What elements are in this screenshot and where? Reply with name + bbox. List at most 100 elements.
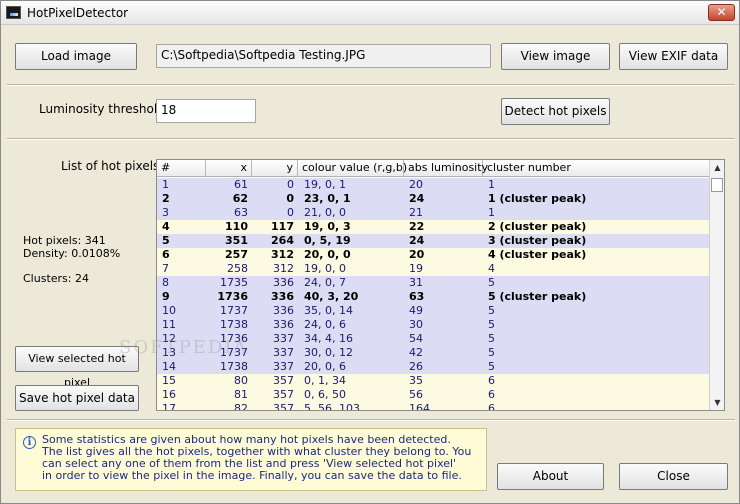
table-cell: 5 [488,304,495,317]
table-row[interactable]: 3 63 0 21, 0, 0 21 1 [157,206,710,220]
column-header-luminosity[interactable]: abs luminosity [404,160,488,177]
table-cell: 0 [286,192,294,205]
table-cell: 6 [488,402,495,411]
column-header-y[interactable]: y [252,160,298,177]
table-cell: 5, 56, 103 [304,402,360,411]
table-scrollbar[interactable]: ▲ ▼ [709,160,724,410]
table-cell: 80 [234,374,248,387]
close-button[interactable]: Close [619,463,728,490]
table-cell: 4 [162,220,170,233]
column-header-cluster[interactable]: cluster number [483,160,710,177]
hot-pixel-table[interactable]: # x y colour value (r,g,b) abs luminosit… [156,159,725,411]
table-cell: 61 [234,178,248,191]
table-cell: 40, 3, 20 [304,290,359,303]
info-icon: i [23,436,36,449]
table-cell: 258 [227,262,248,275]
table-cell: 19 [409,262,423,275]
table-row[interactable]: 7 258 312 19, 0, 0 19 4 [157,262,710,276]
table-cell: 19, 0, 3 [304,220,351,233]
table-cell: 26 [409,360,423,373]
table-cell: 11 [162,318,176,331]
table-cell: 24 [409,234,425,247]
table-cell: 1736 [217,290,248,303]
table-cell: 5 [488,276,495,289]
table-cell: 1738 [220,360,248,373]
view-exif-button[interactable]: View EXIF data [619,43,728,70]
table-cell: 3 [162,206,169,219]
table-cell: 63 [409,290,425,303]
about-button[interactable]: About [497,463,604,490]
table-cell: 7 [162,262,169,275]
table-cell: 81 [234,388,248,401]
table-cell: 16 [162,388,176,401]
table-cell: 35 [409,374,423,387]
column-header-colour[interactable]: colour value (r,g,b) [298,160,407,177]
table-cell: 117 [271,220,294,233]
table-cell: 312 [271,248,294,261]
window-title: HotPixelDetector [27,6,129,20]
table-cell: 49 [409,304,423,317]
table-cell: 3 (cluster peak) [488,234,587,247]
scroll-up-icon[interactable]: ▲ [710,160,724,175]
table-cell: 56 [409,388,423,401]
table-cell: 2 (cluster peak) [488,220,587,233]
table-cell: 0, 6, 50 [304,388,346,401]
table-cell: 15 [162,374,176,387]
table-row[interactable]: 6 257 312 20, 0, 0 20 4 (cluster peak) [157,248,710,262]
table-cell: 21 [409,206,423,219]
table-row[interactable]: 15 80 357 0, 1, 34 35 6 [157,374,710,388]
table-cell: 5 [488,332,495,345]
threshold-label: Luminosity threshold: [39,102,169,116]
table-cell: 1 [162,178,169,191]
table-row[interactable]: 16 81 357 0, 6, 50 56 6 [157,388,710,402]
table-cell: 63 [234,206,248,219]
load-image-button[interactable]: Load image [15,43,137,70]
table-cell: 336 [271,290,294,303]
table-row[interactable]: 14 1738 337 20, 0, 6 26 5 [157,360,710,374]
threshold-input[interactable]: 18 [156,99,256,123]
table-row[interactable]: 2 62 0 23, 0, 1 24 1 (cluster peak) [157,192,710,206]
app-icon [6,6,21,19]
table-row[interactable]: 17 82 357 5, 56, 103 164 6 [157,402,710,411]
scroll-down-icon[interactable]: ▼ [710,395,724,410]
column-header-index[interactable]: # [157,160,206,177]
table-row[interactable]: 10 1737 336 35, 0, 14 49 5 [157,304,710,318]
clusters-count: Clusters: 24 [23,272,89,285]
table-cell: 30 [409,318,423,331]
divider [7,138,735,140]
table-cell: 5 [488,360,495,373]
detect-hot-pixels-button[interactable]: Detect hot pixels [501,98,610,125]
view-image-button[interactable]: View image [501,43,610,70]
title-bar[interactable]: HotPixelDetector ✕ [1,1,739,25]
table-row[interactable]: 11 1738 336 24, 0, 6 30 5 [157,318,710,332]
table-cell: 20, 0, 6 [304,360,346,373]
file-path-field[interactable]: C:\Softpedia\Softpedia Testing.JPG [156,44,491,68]
table-cell: 19, 0, 0 [304,262,346,275]
table-cell: 5 [162,234,170,247]
table-cell: 24, 0, 7 [304,276,346,289]
table-cell: 21, 0, 0 [304,206,346,219]
table-cell: 351 [225,234,248,247]
table-cell: 0 [287,206,294,219]
save-hot-pixel-data-button[interactable]: Save hot pixel data [15,385,139,411]
table-cell: 357 [273,388,294,401]
table-cell: 6 [488,374,495,387]
table-row[interactable]: 9 1736 336 40, 3, 20 63 5 (cluster peak) [157,290,710,304]
table-cell: 8 [162,276,169,289]
table-cell: 31 [409,276,423,289]
table-row[interactable]: 8 1735 336 24, 0, 7 31 5 [157,276,710,290]
window-close-button[interactable]: ✕ [708,4,735,21]
table-cell: 34, 4, 16 [304,332,353,345]
table-cell: 337 [273,346,294,359]
table-row[interactable]: 5 351 264 0, 5, 19 24 3 (cluster peak) [157,234,710,248]
table-cell: 257 [225,248,248,261]
column-header-x[interactable]: x [206,160,252,177]
divider [7,419,735,421]
table-row[interactable]: 4 110 117 19, 0, 3 22 2 (cluster peak) [157,220,710,234]
table-row[interactable]: 1 61 0 19, 0, 1 20 1 [157,178,710,192]
scroll-thumb[interactable] [711,178,723,192]
table-cell: 4 (cluster peak) [488,248,587,261]
table-body: 1 61 0 19, 0, 1 20 1 2 62 0 23, 0, 1 24 1 (cluster … [157,178,710,411]
table-cell: 1 [488,206,495,219]
table-cell: 0, 1, 34 [304,374,346,387]
